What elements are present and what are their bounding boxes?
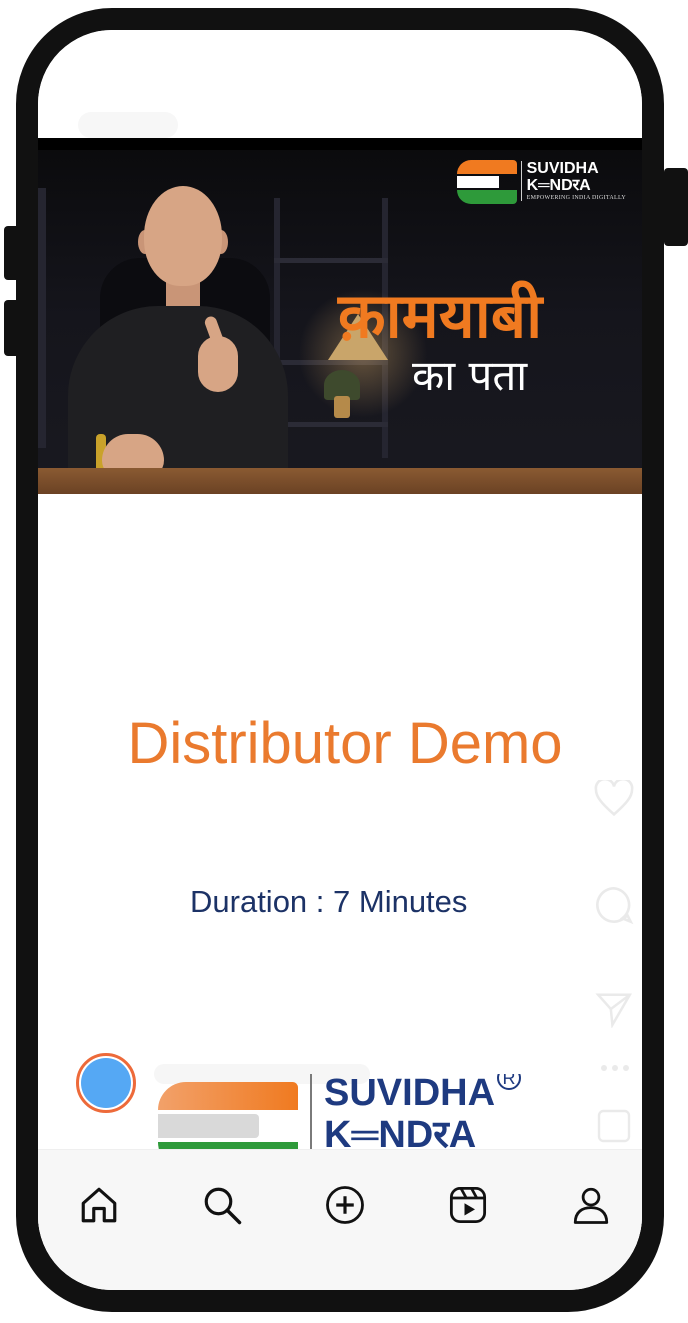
shelf bbox=[274, 422, 388, 427]
nav-search[interactable] bbox=[197, 1180, 247, 1230]
like-icon[interactable] bbox=[594, 780, 634, 816]
power-button bbox=[664, 168, 688, 246]
account-avatar[interactable] bbox=[76, 1053, 136, 1113]
banner-logo-line2: K═NDरA bbox=[526, 176, 591, 194]
nav-reels[interactable] bbox=[443, 1180, 493, 1230]
more-icon[interactable] bbox=[600, 1064, 630, 1072]
reels-icon bbox=[449, 1186, 487, 1224]
shelf bbox=[38, 188, 46, 448]
person-hand bbox=[198, 336, 238, 392]
banner-headline: क़ामयाबी bbox=[338, 279, 543, 352]
banner-subheadline: का पता bbox=[412, 351, 528, 400]
banner-brand-logo: SUVIDHA K═NDरA EMPOWERING INDIA DIGITALL… bbox=[456, 156, 626, 206]
phone-screen: SUVIDHA K═NDरA EMPOWERING INDIA DIGITALL… bbox=[38, 30, 642, 1290]
nav-home[interactable] bbox=[74, 1180, 124, 1230]
banner-logo-tagline: EMPOWERING INDIA DIGITALLY bbox=[526, 194, 626, 201]
brand-g-mark-icon bbox=[456, 156, 517, 206]
add-post-icon bbox=[326, 1186, 364, 1224]
desk bbox=[38, 468, 642, 494]
profile-icon bbox=[573, 1187, 609, 1224]
phone-frame: SUVIDHA K═NDरA EMPOWERING INDIA DIGITALL… bbox=[16, 8, 664, 1312]
registered-mark: R bbox=[497, 1074, 522, 1090]
post-duration: Duration : 7 Minutes bbox=[190, 884, 468, 919]
brand-logo-line1: SUVIDHA R bbox=[324, 1074, 522, 1112]
home-icon bbox=[81, 1187, 117, 1223]
bottom-nav-bar bbox=[38, 1149, 642, 1290]
shelf bbox=[274, 258, 388, 263]
comment-icon[interactable] bbox=[594, 885, 634, 925]
search-icon bbox=[204, 1187, 242, 1225]
status-placeholder bbox=[78, 112, 178, 138]
banner-top-edge bbox=[38, 138, 642, 150]
vase bbox=[334, 396, 350, 418]
post-banner-image[interactable]: SUVIDHA K═NDरA EMPOWERING INDIA DIGITALL… bbox=[38, 138, 642, 494]
avatar-image bbox=[81, 1058, 131, 1108]
share-icon[interactable] bbox=[594, 990, 634, 1028]
banner-logo-line1: SUVIDHA bbox=[526, 160, 599, 178]
person-head bbox=[144, 186, 222, 286]
post-title: Distributor Demo bbox=[127, 711, 563, 776]
nav-create[interactable] bbox=[320, 1180, 370, 1230]
save-icon[interactable] bbox=[596, 1108, 632, 1144]
nav-profile[interactable] bbox=[566, 1180, 616, 1230]
